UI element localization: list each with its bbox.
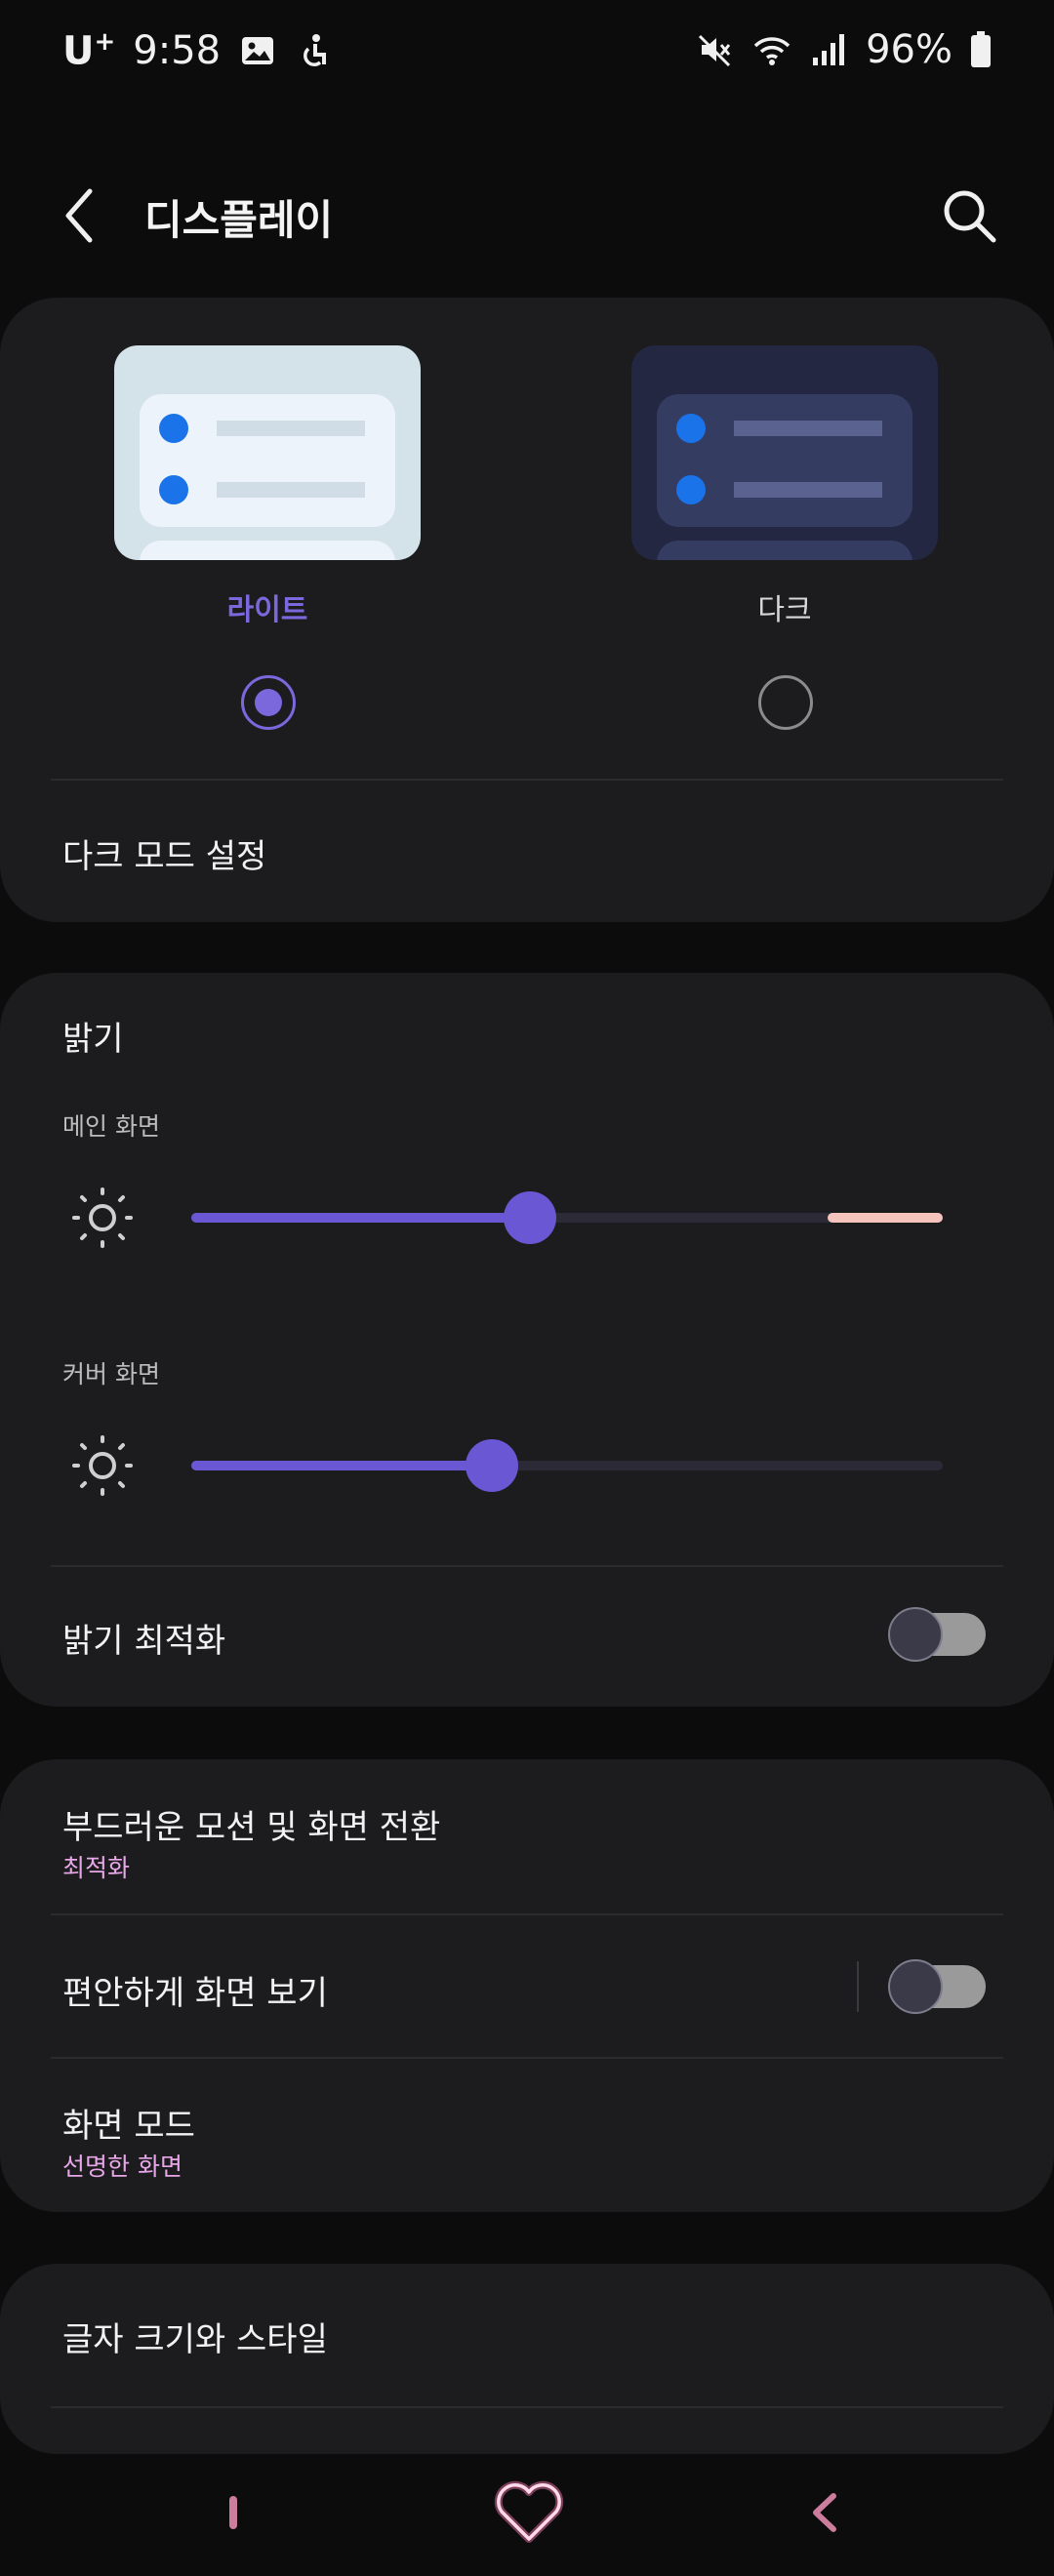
back-icon[interactable] [802, 2488, 849, 2537]
brightness-title: 밝기 [62, 1020, 124, 1059]
wifi-icon [753, 37, 790, 65]
main-brightness-slider[interactable] [191, 1188, 943, 1247]
dark-mode-settings-item[interactable]: 다크 모드 설정 [62, 829, 266, 877]
adaptive-brightness-label: 밝기 최적화 [62, 1622, 226, 1661]
gallery-icon [242, 36, 274, 64]
carrier-label: U+ [62, 27, 116, 74]
adaptive-brightness-toggle[interactable] [888, 1607, 986, 1662]
brightness-sun-icon [72, 1187, 133, 1248]
screen-mode-item[interactable]: 화면 모드 [62, 2099, 195, 2147]
recent-apps-icon[interactable] [229, 2496, 237, 2529]
motion-smoothness-item[interactable]: 부드러운 모션 및 화면 전환 [62, 1800, 440, 1848]
light-theme-preview[interactable] [114, 345, 421, 560]
status-bar: U+ 9:58 96% [0, 0, 1054, 117]
accessibility-icon [304, 33, 327, 66]
navigation-bar [0, 2459, 1054, 2576]
dark-theme-label: 다크 [757, 593, 812, 627]
heart-home-icon[interactable] [494, 2480, 564, 2545]
back-button[interactable] [51, 181, 109, 250]
eye-comfort-toggle[interactable] [888, 1959, 986, 2014]
search-button[interactable] [935, 181, 1003, 250]
motion-smoothness-value: 최적화 [62, 1854, 131, 1882]
display-settings-screen: U+ 9:58 96% 디스플레이 라이트 다크 다크 모드 설정 밝기 메인 … [0, 0, 1054, 2576]
font-size-style-item[interactable]: 글자 크기와 스타일 [62, 2313, 328, 2360]
main-screen-label: 메인 화면 [62, 1112, 160, 1141]
cover-brightness-thumb[interactable] [466, 1439, 518, 1492]
cover-brightness-slider[interactable] [191, 1436, 943, 1495]
clock: 9:58 [133, 27, 222, 73]
mute-icon [699, 34, 731, 67]
display-options-card: 부드러운 모션 및 화면 전환 최적화 편안하게 화면 보기 화면 모드 선명한… [0, 1759, 1054, 2212]
dark-theme-radio[interactable] [758, 675, 813, 730]
app-bar: 디스플레이 [0, 166, 1054, 263]
signal-icon [813, 34, 845, 65]
battery-percent: 96% [866, 27, 953, 72]
battery-icon [971, 31, 991, 67]
main-brightness-thumb[interactable] [504, 1191, 556, 1244]
light-theme-label: 라이트 [226, 593, 308, 627]
font-card: 글자 크기와 스타일 [0, 2264, 1054, 2454]
extra-brightness-zone [828, 1213, 943, 1223]
cover-brightness-sun-icon [72, 1435, 133, 1496]
brightness-card: 밝기 메인 화면 커버 화면 밝기 최적화 [0, 973, 1054, 1707]
cover-screen-label: 커버 화면 [62, 1360, 160, 1389]
dark-theme-preview[interactable] [631, 345, 938, 560]
screen-mode-value: 선명한 화면 [62, 2153, 182, 2181]
theme-card: 라이트 다크 다크 모드 설정 [0, 298, 1054, 922]
eye-comfort-item[interactable]: 편안하게 화면 보기 [62, 1966, 328, 2014]
light-theme-radio[interactable] [241, 675, 296, 730]
page-title: 디스플레이 [144, 196, 334, 244]
